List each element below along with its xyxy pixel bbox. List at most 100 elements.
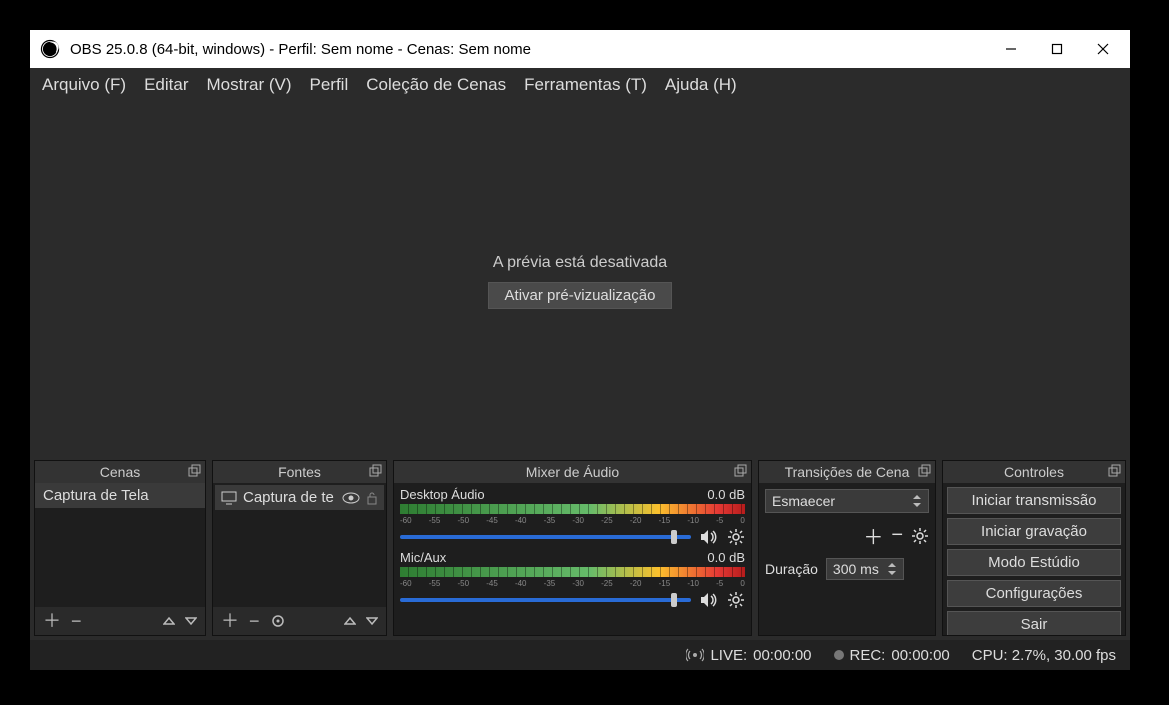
mixer-body: Desktop Áudio 0.0 dB -60-55-50-45-40-35-… bbox=[394, 483, 751, 635]
obs-logo-icon bbox=[40, 39, 60, 59]
gear-icon[interactable] bbox=[911, 527, 929, 545]
volume-slider[interactable] bbox=[400, 598, 691, 602]
app-window: OBS 25.0.8 (64-bit, windows) - Perfil: S… bbox=[30, 30, 1130, 670]
updown-icon bbox=[887, 562, 897, 576]
move-scene-down-button[interactable] bbox=[185, 615, 197, 627]
channel-level: 0.0 dB bbox=[707, 487, 745, 502]
menu-view[interactable]: Mostrar (V) bbox=[207, 75, 292, 95]
close-button[interactable] bbox=[1080, 30, 1126, 68]
titlebar: OBS 25.0.8 (64-bit, windows) - Perfil: S… bbox=[30, 30, 1130, 68]
window-title: OBS 25.0.8 (64-bit, windows) - Perfil: S… bbox=[70, 41, 988, 58]
start-record-button[interactable]: Iniciar gravação bbox=[947, 518, 1121, 545]
sources-toolbar: ＋ − bbox=[213, 607, 386, 635]
remove-transition-button[interactable]: − bbox=[891, 524, 903, 547]
settings-button[interactable]: Configurações bbox=[947, 580, 1121, 607]
menubar: Arquivo (F) Editar Mostrar (V) Perfil Co… bbox=[30, 68, 1130, 102]
speaker-icon[interactable] bbox=[699, 529, 719, 545]
broadcast-icon bbox=[686, 648, 704, 662]
popout-icon[interactable] bbox=[1107, 464, 1121, 478]
meter-ticks: -60-55-50-45-40-35-30-25-20-15-10-50 bbox=[400, 579, 745, 589]
remove-source-button[interactable]: − bbox=[249, 612, 260, 630]
scenes-dock: Cenas Captura de Tela ＋ − bbox=[34, 460, 206, 636]
level-meter bbox=[400, 504, 745, 514]
minimize-button[interactable] bbox=[988, 30, 1034, 68]
monitor-icon bbox=[221, 491, 237, 505]
sources-list[interactable]: Captura de te ＋ − bbox=[213, 483, 386, 635]
lock-icon[interactable] bbox=[366, 491, 378, 505]
duration-spinner[interactable]: 300 ms bbox=[826, 558, 904, 580]
mixer-header: Mixer de Áudio bbox=[394, 461, 751, 483]
transitions-title: Transições de Cena bbox=[785, 464, 910, 480]
channel-name: Desktop Áudio bbox=[400, 487, 485, 502]
add-transition-button[interactable]: ＋ bbox=[863, 521, 883, 550]
scene-item[interactable]: Captura de Tela bbox=[35, 483, 205, 508]
controls-title: Controles bbox=[1004, 464, 1064, 480]
popout-icon[interactable] bbox=[187, 464, 201, 478]
rec-status: REC: 00:00:00 bbox=[834, 647, 950, 664]
scenes-toolbar: ＋ − bbox=[35, 607, 205, 635]
transition-current: Esmaecer bbox=[772, 493, 835, 509]
move-scene-up-button[interactable] bbox=[163, 615, 175, 627]
enable-preview-button[interactable]: Ativar pré-vizualização bbox=[488, 282, 673, 309]
controls-header: Controles bbox=[943, 461, 1125, 483]
menu-help[interactable]: Ajuda (H) bbox=[665, 75, 737, 95]
statusbar: LIVE: 00:00:00 REC: 00:00:00 CPU: 2.7%, … bbox=[30, 640, 1130, 670]
level-meter bbox=[400, 567, 745, 577]
sources-header: Fontes bbox=[213, 461, 386, 483]
live-status: LIVE: 00:00:00 bbox=[686, 647, 811, 664]
channel-level: 0.0 dB bbox=[707, 550, 745, 565]
updown-icon bbox=[912, 494, 922, 508]
mixer-channel-desktop: Desktop Áudio 0.0 dB -60-55-50-45-40-35-… bbox=[400, 487, 745, 546]
menu-tools[interactable]: Ferramentas (T) bbox=[524, 75, 647, 95]
rec-label: REC: bbox=[850, 647, 886, 664]
scenes-header: Cenas bbox=[35, 461, 205, 483]
sources-dock: Fontes Captura de te ＋ − bbox=[212, 460, 387, 636]
menu-file[interactable]: Arquivo (F) bbox=[42, 75, 126, 95]
transitions-header: Transições de Cena bbox=[759, 461, 935, 483]
move-source-down-button[interactable] bbox=[366, 615, 378, 627]
menu-scene-collection[interactable]: Coleção de Cenas bbox=[366, 75, 506, 95]
mixer-dock: Mixer de Áudio Desktop Áudio 0.0 dB -60-… bbox=[393, 460, 752, 636]
popout-icon[interactable] bbox=[917, 464, 931, 478]
controls-dock: Controles Iniciar transmissão Iniciar gr… bbox=[942, 460, 1126, 636]
mixer-channel-mic: Mic/Aux 0.0 dB -60-55-50-45-40-35-30-25-… bbox=[400, 550, 745, 609]
remove-scene-button[interactable]: − bbox=[71, 612, 82, 630]
add-scene-button[interactable]: ＋ bbox=[43, 612, 61, 630]
live-time: 00:00:00 bbox=[753, 647, 811, 664]
source-label: Captura de te bbox=[243, 489, 336, 506]
preview-area: A prévia está desativada Ativar pré-vizu… bbox=[30, 102, 1130, 460]
add-source-button[interactable]: ＋ bbox=[221, 612, 239, 630]
maximize-button[interactable] bbox=[1034, 30, 1080, 68]
window-buttons bbox=[988, 30, 1126, 68]
cpu-fps-status: CPU: 2.7%, 30.00 fps bbox=[972, 647, 1116, 664]
docks-row: Cenas Captura de Tela ＋ − Fontes bbox=[30, 460, 1130, 640]
source-item[interactable]: Captura de te bbox=[215, 485, 384, 510]
rec-time: 00:00:00 bbox=[891, 647, 949, 664]
gear-icon[interactable] bbox=[727, 591, 745, 609]
exit-button[interactable]: Sair bbox=[947, 611, 1121, 635]
meter-ticks: -60-55-50-45-40-35-30-25-20-15-10-50 bbox=[400, 516, 745, 526]
gear-icon[interactable] bbox=[727, 528, 745, 546]
volume-slider[interactable] bbox=[400, 535, 691, 539]
menu-edit[interactable]: Editar bbox=[144, 75, 188, 95]
transition-select[interactable]: Esmaecer bbox=[765, 489, 929, 513]
scenes-title: Cenas bbox=[100, 464, 140, 480]
popout-icon[interactable] bbox=[733, 464, 747, 478]
speaker-icon[interactable] bbox=[699, 592, 719, 608]
transitions-dock: Transições de Cena Esmaecer ＋ − Duração … bbox=[758, 460, 936, 636]
mixer-title: Mixer de Áudio bbox=[526, 464, 619, 480]
record-dot-icon bbox=[834, 650, 844, 660]
controls-body: Iniciar transmissão Iniciar gravação Mod… bbox=[943, 483, 1125, 635]
move-source-up-button[interactable] bbox=[344, 615, 356, 627]
channel-name: Mic/Aux bbox=[400, 550, 446, 565]
start-stream-button[interactable]: Iniciar transmissão bbox=[947, 487, 1121, 514]
source-properties-button[interactable] bbox=[270, 613, 286, 629]
studio-mode-button[interactable]: Modo Estúdio bbox=[947, 549, 1121, 576]
scenes-list[interactable]: Captura de Tela ＋ − bbox=[35, 483, 205, 635]
duration-value: 300 ms bbox=[833, 561, 879, 577]
visibility-icon[interactable] bbox=[342, 492, 360, 504]
sources-title: Fontes bbox=[278, 464, 321, 480]
live-label: LIVE: bbox=[710, 647, 747, 664]
menu-profile[interactable]: Perfil bbox=[310, 75, 349, 95]
popout-icon[interactable] bbox=[368, 464, 382, 478]
